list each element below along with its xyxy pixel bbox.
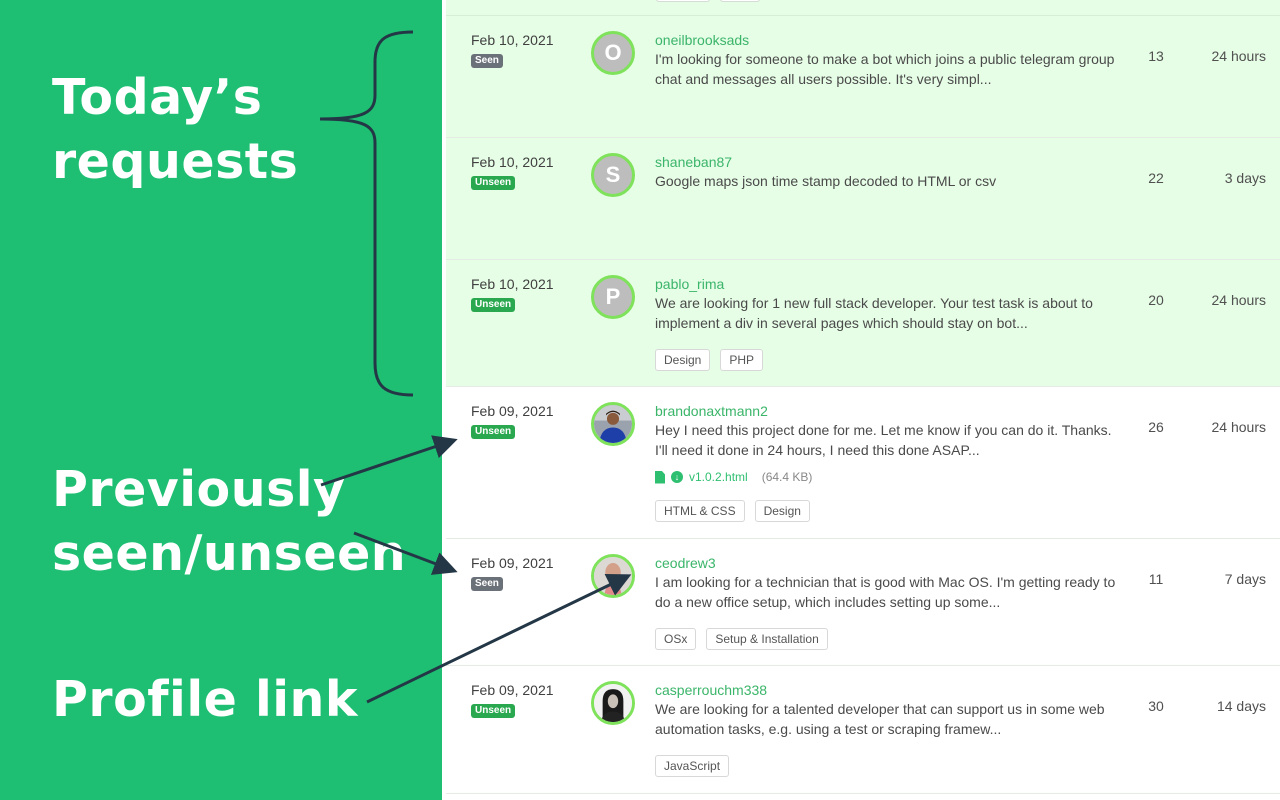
tag-list: Design PHP xyxy=(655,349,1125,371)
request-age: 24 hours xyxy=(1211,419,1266,435)
ghost-tag xyxy=(656,0,710,2)
skill-tag[interactable]: PHP xyxy=(720,349,764,371)
status-badge: Unseen xyxy=(471,704,516,718)
avatar[interactable]: O xyxy=(591,31,635,75)
request-date: Feb 09, 2021 xyxy=(471,403,554,419)
tag-list: OSx Setup & Installation xyxy=(655,628,1125,650)
request-row[interactable]: Feb 10, 2021 Unseen Sshaneban87 Google maps… xyxy=(446,138,1280,260)
profile-link[interactable]: pablo_rima xyxy=(655,274,1125,294)
request-content: brandonaxtmann2 Hey I need this project d… xyxy=(655,401,1125,522)
tag-list: HTML & CSS Design xyxy=(655,500,1125,522)
attachment: ↓ v1.0.2.html (64.4 KB) xyxy=(655,470,1125,484)
todays-requests-label: Today’s requests xyxy=(52,69,299,190)
avatar[interactable] xyxy=(591,681,635,725)
ghost-tag xyxy=(720,0,760,2)
requests-list: Feb 10, 2021 Seen Ooneilbrooksads I'm looki… xyxy=(442,0,1280,800)
attachment-size: (64.4 KB) xyxy=(761,470,813,484)
request-row[interactable]: Feb 10, 2021 Seen Ooneilbrooksads I'm looki… xyxy=(446,16,1280,138)
request-description: Hey I need this project done for me. Let… xyxy=(655,422,1112,458)
download-icon[interactable]: ↓ xyxy=(671,471,683,483)
profile-link[interactable]: ceodrew3 xyxy=(655,553,1125,573)
status-badge: Seen xyxy=(471,54,503,68)
skill-tag[interactable]: JavaScript xyxy=(655,755,730,777)
avatar[interactable]: P xyxy=(591,275,635,319)
request-row[interactable]: Feb 09, 2021 Unseen casperrouchm338 We are … xyxy=(446,666,1280,794)
request-description: I am looking for a technician that is go… xyxy=(655,574,1116,610)
avatar[interactable]: S xyxy=(591,153,635,197)
tag-list: JavaScript xyxy=(655,755,1125,777)
request-content: shaneban87 Google maps json time stamp de… xyxy=(655,152,1125,192)
previous-row-edge xyxy=(446,0,1280,16)
file-icon xyxy=(655,470,665,484)
request-age: 3 days xyxy=(1224,170,1266,186)
request-date: Feb 09, 2021 xyxy=(471,682,554,698)
profile-link[interactable]: brandonaxtmann2 xyxy=(655,401,1125,421)
profile-link[interactable]: casperrouchm338 xyxy=(655,680,1125,700)
request-date: Feb 09, 2021 xyxy=(471,555,554,571)
status-badge: Seen xyxy=(471,577,503,591)
status-badge: Unseen xyxy=(471,298,516,312)
request-age: 14 days xyxy=(1216,698,1266,714)
skill-tag[interactable]: HTML & CSS xyxy=(655,500,745,522)
request-row[interactable]: Feb 10, 2021 Unseen Ppablo_rima We are look… xyxy=(446,260,1280,387)
attachment-link[interactable]: v1.0.2.html xyxy=(689,470,748,484)
request-age: 24 hours xyxy=(1211,292,1266,308)
request-age: 24 hours xyxy=(1211,48,1266,64)
status-badge: Unseen xyxy=(471,425,516,439)
request-description: We are looking for 1 new full stack deve… xyxy=(655,295,1093,331)
request-date: Feb 10, 2021 xyxy=(471,32,554,48)
request-content: casperrouchm338 We are looking for a tale… xyxy=(655,680,1125,777)
request-date: Feb 10, 2021 xyxy=(471,276,554,292)
previously-seen-label: Previously seen/unseen xyxy=(52,461,407,582)
request-date: Feb 10, 2021 xyxy=(471,154,554,170)
skill-tag[interactable]: Design xyxy=(754,500,810,522)
skill-tag[interactable]: Design xyxy=(655,349,711,371)
avatar[interactable] xyxy=(591,554,635,598)
request-content: pablo_rima We are looking for 1 new full … xyxy=(655,274,1125,371)
skill-tag[interactable]: OSx xyxy=(655,628,697,650)
request-age: 7 days xyxy=(1224,571,1266,587)
status-badge: Unseen xyxy=(471,176,516,190)
request-description: I'm looking for someone to make a bot wh… xyxy=(655,51,1115,87)
skill-tag[interactable]: Setup & Installation xyxy=(706,628,828,650)
request-row[interactable]: Feb 09, 2021 Unseen brandonaxtmann2 Hey I n… xyxy=(446,387,1280,539)
annotation-panel: Today’s requests Previously seen/unseen … xyxy=(0,0,442,800)
profile-link[interactable]: oneilbrooksads xyxy=(655,30,1125,50)
request-description: We are looking for a talented developer … xyxy=(655,701,1105,737)
profile-link-label: Profile link xyxy=(52,671,359,728)
avatar[interactable] xyxy=(591,402,635,446)
request-description: Google maps json time stamp decoded to H… xyxy=(655,173,997,189)
request-row[interactable]: Feb 09, 2021 Seen ceodrew3 I am looking for… xyxy=(446,539,1280,666)
profile-link[interactable]: shaneban87 xyxy=(655,152,1125,172)
request-content: oneilbrooksads I'm looking for someone to… xyxy=(655,30,1125,89)
request-content: ceodrew3 I am looking for a technician th… xyxy=(655,553,1125,650)
